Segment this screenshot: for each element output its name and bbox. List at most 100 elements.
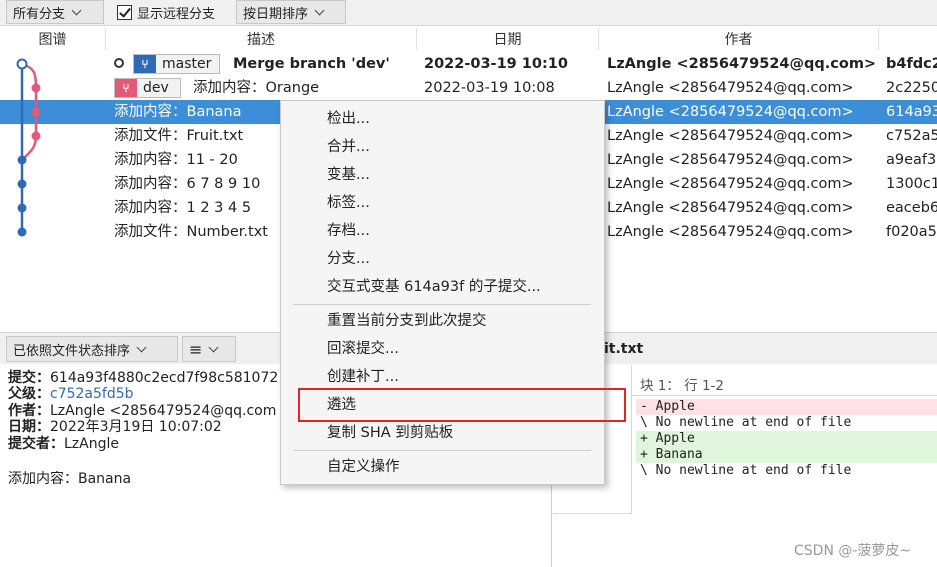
commit-sha: f020a5 — [886, 224, 937, 240]
column-header-sha[interactable] — [879, 28, 937, 50]
branch-tag-dev-label: dev — [143, 80, 169, 96]
commit-desc: 添加内容：1 2 3 4 5 — [114, 200, 252, 216]
menu-item-custom-actions[interactable]: 自定义操作 — [327, 455, 400, 479]
menu-separator — [293, 450, 591, 451]
column-header-graph[interactable]: 图谱 — [0, 28, 106, 50]
commit-desc: 添加内容：Orange — [193, 80, 320, 96]
column-header-author-label: 作者 — [724, 32, 753, 48]
branch-filter-label: 所有分支 — [13, 6, 66, 22]
parent-label: 父级： — [8, 386, 50, 402]
commit-author: LzAngle <2856479524@qq.com> — [607, 128, 854, 144]
author-value: LzAngle <2856479524@qq.com — [50, 403, 277, 419]
commit-date: 2022-03-19 10:08 — [424, 80, 555, 96]
graph-node — [17, 155, 27, 165]
commit-date: 2022-03-19 10:10 — [424, 56, 568, 72]
menu-item-tag[interactable]: 标签... — [327, 191, 370, 215]
column-header-date-label: 日期 — [493, 32, 522, 48]
menu-item-create-patch[interactable]: 创建补丁... — [327, 365, 399, 389]
context-menu: 检出... 合并... 变基... 标签... 存档... 分支... 交互式变… — [280, 100, 605, 485]
graph-node — [17, 227, 27, 237]
show-remote-label: 显示远程分支 — [137, 6, 216, 22]
commit-row[interactable]: ⑂ dev 添加内容：Orange 2022-03-19 10:08 LzAng… — [0, 76, 937, 100]
commit-author: LzAngle <2856479524@qq.com> — [607, 224, 854, 240]
commit-row[interactable]: ⑂ master Merge branch 'dev' 2022-03-19 1… — [0, 52, 937, 76]
toolbar: 所有分支 显示远程分支 按日期排序 — [0, 0, 937, 26]
watermark-text: CSDN @-菠萝皮~ — [794, 543, 912, 559]
diff-line-context: \ No newline at end of file — [640, 463, 852, 478]
menu-item-revert[interactable]: 回滚提交... — [327, 337, 399, 361]
branch-tag-master[interactable]: ⑂ master — [133, 54, 220, 74]
diff-file-title: it.txt — [604, 341, 644, 357]
menu-item-copy-sha[interactable]: 复制 SHA 到剪贴板 — [327, 421, 453, 445]
branch-icon: ⑂ — [115, 79, 137, 97]
chevron-down-icon — [314, 5, 325, 15]
branch-tag-master-label: master — [162, 56, 212, 72]
sort-dropdown[interactable]: 按日期排序 — [236, 0, 346, 24]
column-header-author[interactable]: 作者 — [599, 28, 879, 50]
branch-tag-dev[interactable]: ⑂ dev — [114, 78, 181, 98]
graph-node-merge — [16, 58, 28, 70]
menu-item-interactive-rebase[interactable]: 交互式变基 614a93f 的子提交... — [327, 275, 541, 299]
graph-node — [31, 83, 41, 93]
branch-filter-dropdown[interactable]: 所有分支 — [6, 0, 104, 24]
commit-desc: 添加文件：Number.txt — [114, 224, 268, 240]
file-sort-dropdown[interactable]: 已依照文件状态排序 — [6, 336, 178, 362]
commit-author: LzAngle <2856479524@qq.com> — [607, 104, 854, 120]
commit-message: 添加内容：Banana — [8, 471, 132, 487]
commit-author: LzAngle <2856479524@qq.com> — [607, 200, 854, 216]
commit-sha: c752a5 — [886, 128, 937, 144]
commit-sha: 614a93 — [886, 104, 937, 120]
menu-item-reset[interactable]: 重置当前分支到此次提交 — [327, 309, 487, 333]
diff-line-deleted: - Apple — [636, 399, 937, 415]
commit-sha: a9eaf3 — [886, 152, 937, 168]
show-remote-toggle[interactable]: 显示远程分支 — [110, 0, 228, 24]
commit-desc: 添加文件：Fruit.txt — [114, 128, 244, 144]
commit-desc: 添加内容：Banana — [114, 104, 242, 120]
chevron-down-icon — [71, 5, 82, 15]
diff-line-added: + Apple — [636, 431, 937, 447]
column-header-desc-label: 描述 — [247, 32, 275, 48]
head-indicator-icon — [114, 58, 124, 68]
file-sort-label: 已依照文件状态排序 — [13, 343, 131, 359]
graph-node — [17, 203, 27, 213]
graph-node — [31, 131, 41, 141]
checkbox-checked-icon[interactable] — [117, 4, 132, 20]
commit-label: 提交： — [8, 370, 50, 386]
commit-author: LzAngle <2856479524@qq.com> — [607, 176, 854, 192]
graph-node — [31, 107, 41, 117]
commit-hash: 614a93f4880c2ecd7f98c581072 — [50, 370, 279, 386]
menu-separator — [293, 304, 591, 305]
hunk-header: 块 1： 行 1-2 — [640, 378, 725, 394]
commit-sha: b4fdc2 — [886, 56, 937, 72]
menu-item-rebase[interactable]: 变基... — [327, 163, 370, 187]
branch-icon: ⑂ — [134, 55, 156, 73]
menu-item-branch[interactable]: 分支... — [327, 247, 370, 271]
commit-author: LzAngle <2856479524@qq.com> — [607, 80, 854, 96]
commit-author: LzAngle <2856479524@qq.com> — [607, 152, 854, 168]
hunk-divider — [632, 395, 937, 396]
column-header-date[interactable]: 日期 — [417, 28, 599, 50]
parent-link[interactable]: c752a5fd5b — [50, 386, 134, 402]
column-header-graph-label: 图谱 — [38, 32, 67, 48]
author-label: 作者： — [8, 403, 50, 419]
menu-item-archive[interactable]: 存档... — [327, 219, 370, 243]
committer-value: LzAngle — [64, 436, 119, 452]
chevron-down-icon — [208, 342, 219, 352]
diff-line-added: + Banana — [636, 447, 937, 463]
column-header-desc[interactable]: 描述 — [106, 28, 417, 50]
sort-label: 按日期排序 — [243, 6, 309, 22]
commit-desc: Merge branch 'dev' — [233, 56, 390, 72]
commit-sha: eaceb6 — [886, 200, 937, 216]
commit-desc: 添加内容：11 - 20 — [114, 152, 238, 168]
commit-sha: 2c2250 — [886, 80, 937, 96]
menu-item-checkout[interactable]: 检出... — [327, 107, 370, 131]
date-label: 日期： — [8, 419, 50, 435]
menu-item-merge[interactable]: 合并... — [327, 135, 370, 159]
committer-label: 提交者： — [8, 436, 64, 452]
annotation-highlight-box — [298, 388, 626, 422]
commit-desc: 添加内容：6 7 8 9 10 — [114, 176, 261, 192]
graph-node — [17, 179, 27, 189]
diff-line-context: \ No newline at end of file — [640, 415, 852, 430]
view-mode-dropdown[interactable]: ≡ — [182, 336, 236, 362]
date-value: 2022年3月19日 10:07:02 — [50, 419, 222, 435]
